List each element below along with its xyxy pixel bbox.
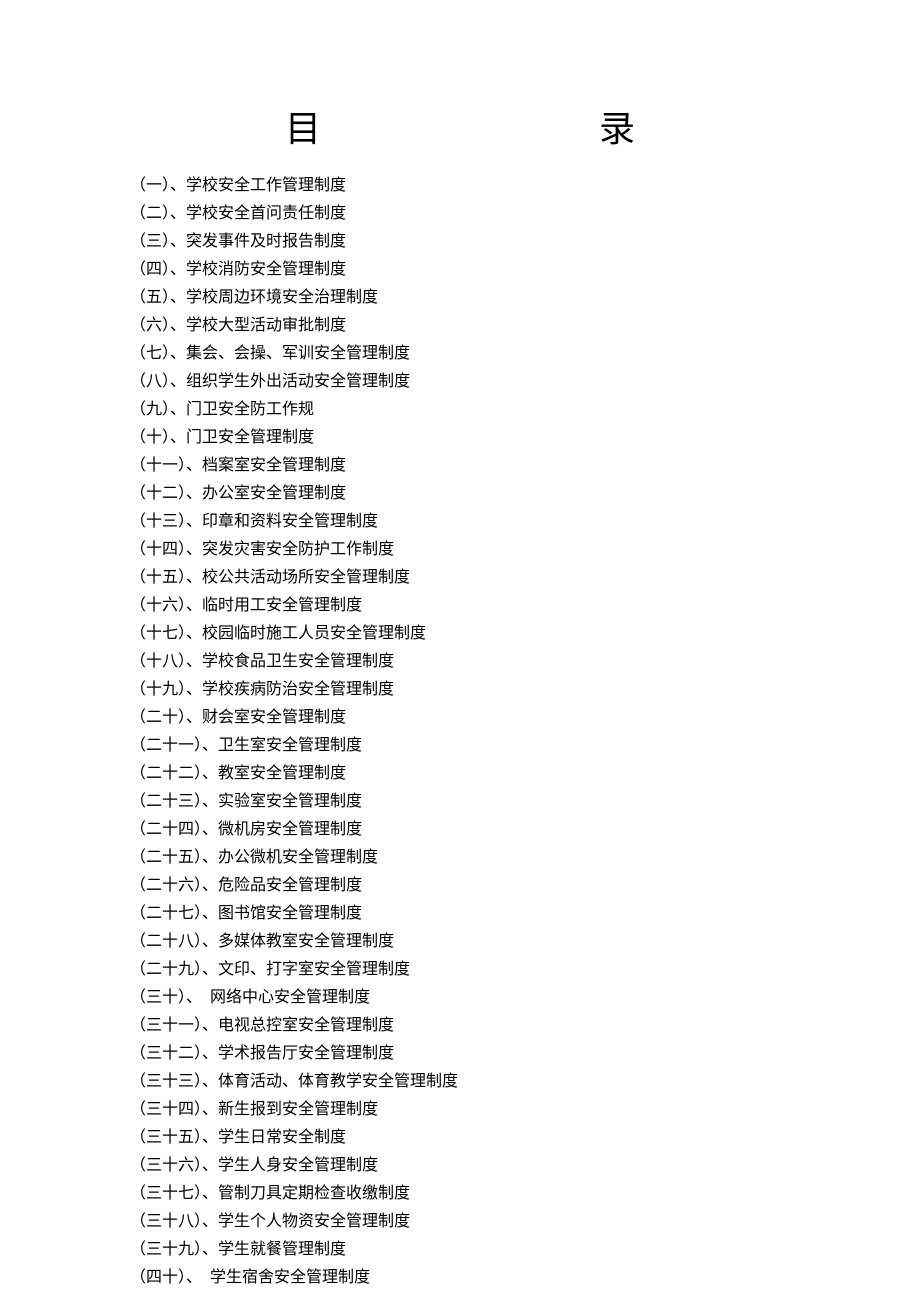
- toc-item: （二十）、财会室安全管理制度: [130, 704, 790, 732]
- toc-item: （十三）、印章和资料安全管理制度: [130, 508, 790, 536]
- toc-item: （三十五）、学生日常安全制度: [130, 1124, 790, 1152]
- toc-item: （六）、学校大型活动审批制度: [130, 312, 790, 340]
- toc-item: （三）、突发事件及时报告制度: [130, 228, 790, 256]
- toc-item: （二十九）、文印、打字室安全管理制度: [130, 956, 790, 984]
- toc-item: （二）、学校安全首问责任制度: [130, 200, 790, 228]
- toc-item: （三十四）、新生报到安全管理制度: [130, 1096, 790, 1124]
- toc-item: （四十）、 学生宿舍安全管理制度: [130, 1264, 790, 1292]
- table-of-contents: （一）、学校安全工作管理制度 （二）、学校安全首问责任制度 （三）、突发事件及时…: [130, 172, 790, 1292]
- toc-item: （二十五）、办公微机安全管理制度: [130, 844, 790, 872]
- toc-item: （二十二）、教室安全管理制度: [130, 760, 790, 788]
- toc-item: （七）、集会、会操、军训安全管理制度: [130, 340, 790, 368]
- toc-item: （二十三）、实验室安全管理制度: [130, 788, 790, 816]
- toc-item: （二十一）、卫生室安全管理制度: [130, 732, 790, 760]
- toc-item: （二十四）、微机房安全管理制度: [130, 816, 790, 844]
- toc-item: （十二）、办公室安全管理制度: [130, 480, 790, 508]
- toc-item: （十九）、学校疾病防治安全管理制度: [130, 676, 790, 704]
- toc-item: （十八）、学校食品卫生安全管理制度: [130, 648, 790, 676]
- toc-item: （十四）、突发灾害安全防护工作制度: [130, 536, 790, 564]
- toc-item: （三十二）、学术报告厅安全管理制度: [130, 1040, 790, 1068]
- toc-item: （九）、门卫安全防工作规: [130, 396, 790, 424]
- toc-item: （二十八）、多媒体教室安全管理制度: [130, 928, 790, 956]
- toc-item: （一）、学校安全工作管理制度: [130, 172, 790, 200]
- toc-item: （十五）、校公共活动场所安全管理制度: [130, 564, 790, 592]
- title-char-2: 录: [599, 100, 635, 152]
- toc-item: （三十七）、管制刀具定期检查收缴制度: [130, 1180, 790, 1208]
- toc-item: （十一）、档案室安全管理制度: [130, 452, 790, 480]
- toc-item: （三十九）、学生就餐管理制度: [130, 1236, 790, 1264]
- toc-item: （三十八）、学生个人物资安全管理制度: [130, 1208, 790, 1236]
- toc-item: （三十三）、体育活动、体育教学安全管理制度: [130, 1068, 790, 1096]
- toc-item: （十六）、临时用工安全管理制度: [130, 592, 790, 620]
- page-title: 目 录: [285, 100, 635, 152]
- toc-item: （三十六）、学生人身安全管理制度: [130, 1152, 790, 1180]
- toc-item: （三十一）、电视总控室安全管理制度: [130, 1012, 790, 1040]
- toc-item: （五）、学校周边环境安全治理制度: [130, 284, 790, 312]
- toc-item: （十七）、校园临时施工人员安全管理制度: [130, 620, 790, 648]
- toc-item: （三十）、 网络中心安全管理制度: [130, 984, 790, 1012]
- toc-item: （十）、门卫安全管理制度: [130, 424, 790, 452]
- toc-item: （八）、组织学生外出活动安全管理制度: [130, 368, 790, 396]
- toc-item: （二十六）、危险品安全管理制度: [130, 872, 790, 900]
- toc-item: （二十七）、图书馆安全管理制度: [130, 900, 790, 928]
- toc-item: （四）、学校消防安全管理制度: [130, 256, 790, 284]
- title-char-1: 目: [285, 100, 321, 152]
